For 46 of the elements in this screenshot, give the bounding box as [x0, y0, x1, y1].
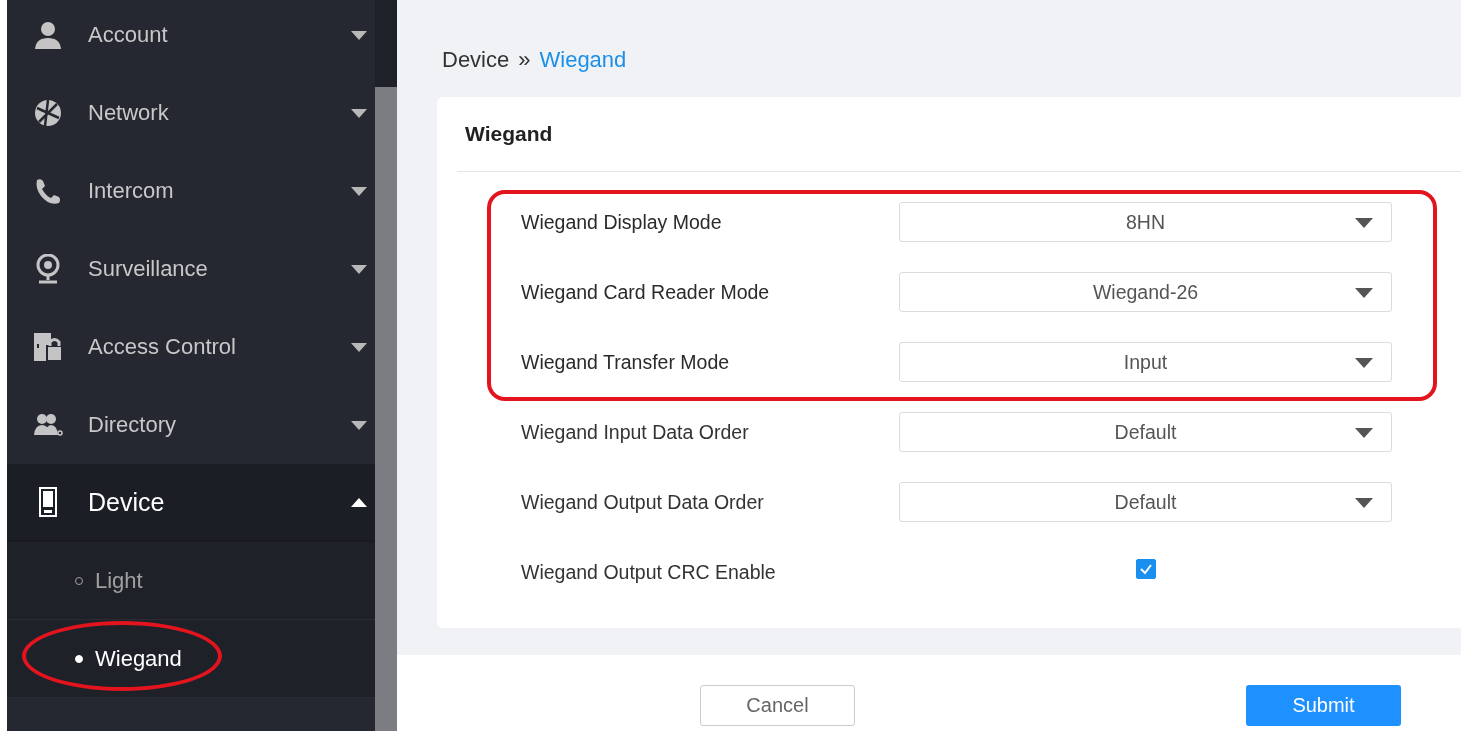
dropdown[interactable]: Input	[899, 342, 1392, 382]
device-icon	[39, 487, 57, 517]
caret-up-icon	[351, 497, 367, 507]
webcam-icon	[35, 254, 61, 284]
checkbox[interactable]	[1135, 559, 1156, 579]
sidebar-item[interactable]: Device	[7, 464, 375, 542]
field-label: Wiegand Transfer Mode	[521, 350, 731, 374]
field-label: Wiegand Output CRC Enable	[521, 560, 777, 584]
cancel-button[interactable]: Cancel	[700, 685, 855, 726]
sidebar-item[interactable]: Surveillance	[7, 230, 375, 308]
breadcrumb-item[interactable]: Device	[442, 47, 510, 73]
sidebar-item[interactable]: Intercom	[7, 152, 375, 230]
dropdown[interactable]: Default	[899, 482, 1392, 522]
sidebar-item[interactable]: Directory	[7, 386, 375, 464]
caret-down-icon	[351, 108, 367, 118]
sidebar-item[interactable]: Access Control	[7, 308, 375, 386]
dropdown[interactable]: Default	[899, 412, 1392, 452]
card-title: Wiegand	[464, 121, 554, 147]
field-label: Wiegand Card Reader Mode	[521, 280, 771, 304]
caret-down-icon	[1355, 358, 1373, 368]
person-icon	[33, 21, 63, 49]
bullet-icon	[75, 654, 83, 663]
caret-down-icon	[351, 186, 367, 196]
caret-down-icon	[1355, 428, 1373, 438]
caret-down-icon	[1355, 288, 1373, 298]
dropdown[interactable]: Wiegand-26	[899, 272, 1392, 312]
caret-down-icon	[351, 264, 367, 274]
caret-down-icon	[351, 342, 367, 352]
caret-down-icon	[1355, 218, 1373, 228]
caret-down-icon	[351, 420, 367, 430]
sidebar-item[interactable]: Network	[7, 74, 375, 152]
field-label: Wiegand Display Mode	[521, 210, 723, 234]
caret-down-icon	[1355, 498, 1373, 508]
caret-down-icon	[351, 30, 367, 40]
people-icon	[33, 413, 63, 437]
sidebar-item[interactable]: Account	[7, 0, 375, 74]
submenu-item[interactable]: Wiegand	[7, 620, 375, 698]
breadcrumb-separator: »	[518, 47, 531, 73]
dropdown[interactable]: 8HN	[899, 202, 1392, 242]
field-label: Wiegand Output Data Order	[521, 490, 765, 514]
submenu-item[interactable]: Light	[7, 542, 375, 620]
globe-icon	[33, 98, 63, 128]
door-lock-icon	[33, 332, 63, 362]
breadcrumb-current: Wiegand	[539, 47, 627, 73]
field-label: Wiegand Input Data Order	[521, 420, 750, 444]
checkmark-icon	[1138, 563, 1153, 575]
